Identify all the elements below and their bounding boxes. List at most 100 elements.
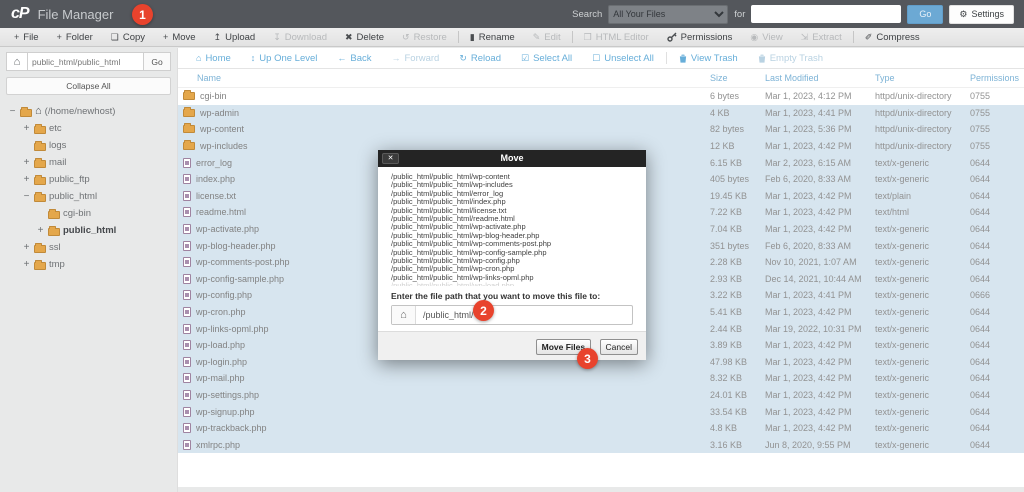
file-last-modified: Mar 2, 2023, 6:15 AM [765, 157, 852, 168]
settings-button[interactable]: ⚙ Settings [949, 4, 1014, 24]
search-input[interactable] [751, 5, 902, 23]
tree-toggle[interactable]: + [22, 174, 31, 185]
directory-sidebar: ⌂ Go Collapse All −⌂(/home/newhost)+etcl… [0, 48, 178, 492]
file-name: wp-activate.php [196, 224, 260, 235]
copy-icon: ❏ [110, 31, 119, 42]
nav-item-empty-trash: Empty Trash [748, 53, 833, 64]
table-row[interactable]: wp-settings.php 24.01 KB Mar 1, 2023, 4:42… [178, 386, 1024, 404]
file-icon [183, 207, 191, 218]
toolbar-item-edit: ✎ Edit [524, 32, 570, 43]
column-header-name[interactable]: Name [197, 73, 710, 83]
toolbar-item-label: Upload [225, 31, 256, 43]
path-go-button[interactable]: Go [144, 52, 171, 71]
file-icon [183, 373, 191, 384]
collapse-all-button[interactable]: Collapse All [6, 77, 171, 95]
annotation-badge-2: 2 [473, 300, 494, 321]
move-path-group: ⌂ [391, 305, 633, 326]
tree-item-public_html[interactable]: − public_html [0, 188, 177, 205]
file-size: 405 bytes [710, 174, 750, 185]
nav-item-view-trash[interactable]: View Trash [669, 53, 748, 64]
trash-icon [758, 54, 766, 63]
path-input[interactable] [27, 52, 144, 71]
move-file-path-truncated: /public_html/public_html/wp-load.php [391, 282, 633, 286]
tree-item-etc[interactable]: + etc [0, 120, 177, 137]
tree-toggle[interactable]: + [22, 259, 31, 270]
nav-item-label: Forward [404, 52, 440, 64]
tree-item-tmp[interactable]: + tmp [0, 256, 177, 273]
file-name-cell: wp-signup.php [183, 406, 710, 417]
folder-icon [34, 157, 46, 168]
nav-item-home[interactable]: ⌂ Home [186, 53, 241, 64]
file-last-modified: Mar 1, 2023, 5:36 PM [765, 124, 852, 135]
column-header-type[interactable]: Type [875, 73, 970, 83]
toolbar-item-label: Move [172, 31, 196, 43]
table-row[interactable]: wp-admin 4 KB Mar 1, 2023, 4:41 PM httpd/un… [178, 104, 1024, 122]
folder-icon [183, 106, 195, 117]
file-icon [183, 389, 191, 400]
nav-item-up-one-level[interactable]: ↕ Up One Level [241, 53, 328, 64]
column-header-modified[interactable]: Last Modified [765, 73, 875, 83]
toolbar-item-upload[interactable]: ↥ Upload [205, 32, 265, 43]
nav-item-back[interactable]: ← Back [327, 53, 381, 64]
table-row[interactable]: wp-mail.php 8.32 KB Mar 1, 2023, 4:42 PM te… [178, 370, 1024, 387]
file-permissions: 0644 [970, 356, 991, 367]
file-name: wp-comments-post.php [196, 257, 290, 268]
column-header-permissions[interactable]: Permissions [970, 73, 1019, 83]
toolbar-item-file[interactable]: + File [5, 32, 48, 43]
file-permissions: 0644 [970, 207, 991, 218]
toolbar-separator [571, 31, 573, 43]
tree-toggle[interactable]: + [22, 157, 31, 168]
folder-icon [34, 242, 46, 253]
tree-toggle[interactable]: + [22, 242, 31, 253]
nav-item-label: Back [350, 52, 372, 64]
tree-toggle[interactable]: − [8, 106, 17, 117]
file-permissions: 0644 [970, 240, 991, 251]
tree-item-public_ftp[interactable]: + public_ftp [0, 171, 177, 188]
toolbar-item-rename[interactable]: ▮ Rename [461, 32, 524, 43]
close-icon[interactable]: ✕ [382, 153, 399, 164]
tree-item-public_html[interactable]: + public_html [0, 222, 177, 239]
table-row[interactable]: wp-trackback.php 4.8 KB Mar 1, 2023, 4:42 … [178, 419, 1024, 437]
file-size: 8.32 KB [710, 373, 743, 384]
tree-toggle[interactable]: − [22, 191, 31, 202]
tree-item-homenewhost[interactable]: − ⌂ (/home/newhost) [0, 103, 177, 120]
tree-toggle[interactable]: + [36, 225, 45, 236]
toolbar-item-label: Permissions [680, 31, 733, 43]
nav-item-select-all[interactable]: ☑ Select All [511, 53, 582, 64]
table-row[interactable]: wp-content 82 bytes Mar 1, 2023, 5:36 PM ht… [178, 121, 1024, 138]
table-row[interactable]: wp-signup.php 33.54 KB Mar 1, 2023, 4:42 P… [178, 403, 1024, 420]
column-header-size[interactable]: Size [710, 73, 765, 83]
tree-item-cgibin[interactable]: cgi-bin [0, 205, 177, 222]
move-path-input[interactable] [416, 306, 632, 325]
nav-item-unselect-all[interactable]: ☐ Unselect All [582, 53, 664, 64]
nav-item-reload[interactable]: ↻ Reload [449, 53, 511, 64]
table-row[interactable]: xmlrpc.php 3.16 KB Jun 8, 2020, 9:55 PM tex… [178, 436, 1024, 454]
tree-toggle[interactable]: + [22, 123, 31, 134]
toolbar-item-folder[interactable]: + Folder [48, 32, 102, 43]
tree-item-logs[interactable]: logs [0, 137, 177, 154]
home-icon[interactable]: ⌂ [6, 52, 27, 71]
file-size: 2.28 KB [710, 257, 743, 268]
file-name: wp-load.php [196, 340, 246, 351]
download-icon: ↧ [273, 31, 281, 42]
toolbar-item-copy[interactable]: ❏ Copy [102, 32, 154, 43]
tree-item-ssl[interactable]: + ssl [0, 239, 177, 256]
tree-item-mail[interactable]: + mail [0, 154, 177, 171]
file-last-modified: Mar 1, 2023, 4:12 PM [765, 91, 852, 102]
cancel-button[interactable]: Cancel [599, 339, 638, 356]
search-scope-select[interactable]: All Your Files [608, 4, 729, 24]
file-permissions: 0644 [970, 389, 991, 400]
toolbar-item-permissions[interactable]: Permissions [658, 32, 742, 43]
tree-item-label: mail [49, 157, 67, 168]
table-row[interactable]: cgi-bin 6 bytes Mar 1, 2023, 4:12 PM httpd/… [178, 88, 1024, 105]
file-icon [183, 307, 191, 318]
toolbar-item-compress[interactable]: ✐ Compress [856, 32, 929, 43]
home-icon[interactable]: ⌂ [392, 306, 416, 325]
file-type: text/x-generic [875, 373, 930, 384]
toolbar-item-move[interactable]: + Move [154, 32, 205, 43]
file-size: 6.15 KB [710, 157, 743, 168]
file-size: 3.16 KB [710, 439, 743, 450]
toolbar-item-delete[interactable]: ✖ Delete [336, 32, 393, 43]
search-go-button[interactable]: Go [907, 4, 944, 24]
file-last-modified: Mar 1, 2023, 4:42 PM [765, 423, 852, 434]
